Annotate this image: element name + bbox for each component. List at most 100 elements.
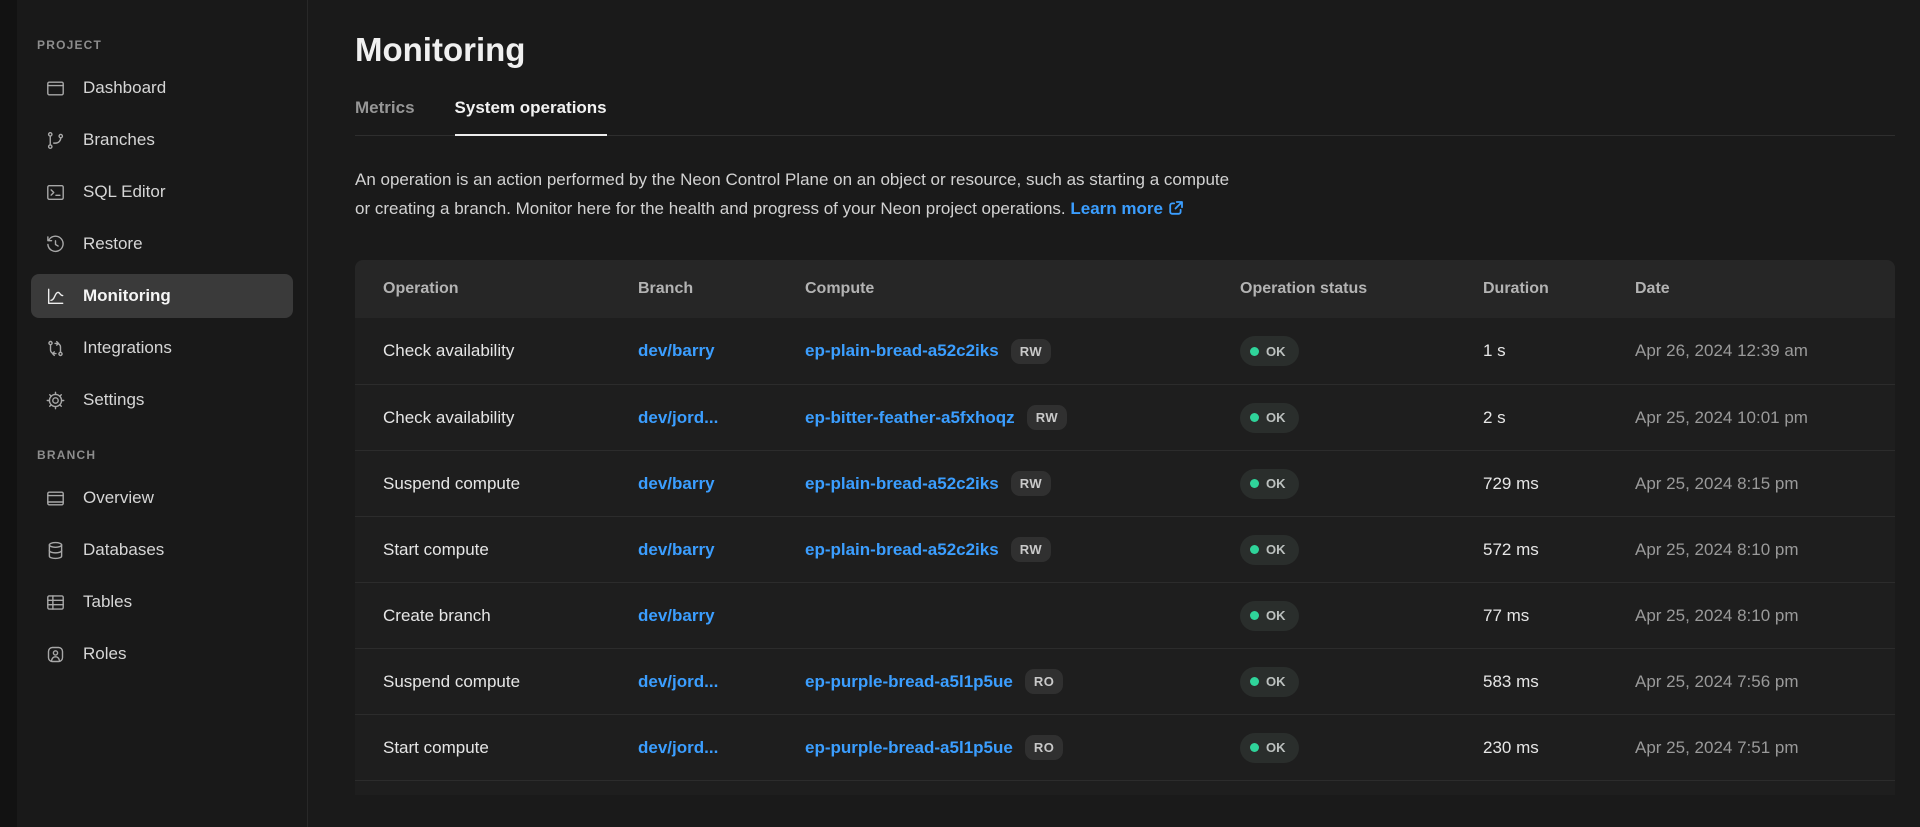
sidebar-item-integrations[interactable]: Integrations (31, 326, 293, 370)
cell-compute: ep-plain-bread-a52c2iks RW (777, 339, 1212, 364)
description-line-2: or creating a branch. Monitor here for t… (355, 199, 1066, 218)
cell-operation: Check availability (355, 408, 610, 428)
status-ok-dot-icon (1250, 743, 1259, 752)
cell-operation-status: OK (1212, 733, 1455, 763)
tables-icon (43, 590, 67, 614)
cell-date: Apr 25, 2024 8:10 pm (1607, 540, 1895, 560)
compute-mode-badge: RW (1027, 405, 1067, 430)
sidebar-section-label: PROJECT (31, 38, 293, 66)
table-row: Suspend compute dev/barry ep-plain-bread… (355, 450, 1895, 516)
cell-operation: Start compute (355, 738, 610, 758)
cell-operation-status: OK (1212, 535, 1455, 565)
sidebar-item-label: Dashboard (83, 78, 166, 98)
cell-date: Apr 25, 2024 7:56 pm (1607, 672, 1895, 692)
status-badge: OK (1240, 733, 1299, 763)
branches-icon (43, 128, 67, 152)
table-row: Start compute dev/barry ep-plain-bread-a… (355, 516, 1895, 582)
compute-mode-badge: RW (1011, 339, 1051, 364)
compute-link[interactable]: ep-bitter-feather-a5fxhoqz (805, 408, 1015, 428)
cell-duration: 230 ms (1455, 738, 1607, 758)
column-header-branch: Branch (610, 280, 777, 298)
cell-duration: 77 ms (1455, 606, 1607, 626)
compute-link[interactable]: ep-plain-bread-a52c2iks (805, 341, 999, 361)
description-line-1: An operation is an action performed by t… (355, 170, 1229, 189)
page-title: Monitoring (355, 26, 1895, 74)
branch-link[interactable]: dev/barry (638, 606, 715, 625)
status-label: OK (1266, 674, 1286, 689)
cell-operation: Suspend compute (355, 672, 610, 692)
sidebar-item-dashboard[interactable]: Dashboard (31, 66, 293, 110)
dashboard-icon (43, 76, 67, 100)
sidebar-item-monitoring[interactable]: Monitoring (31, 274, 293, 318)
status-badge: OK (1240, 336, 1299, 366)
tab-metrics[interactable]: Metrics (355, 98, 415, 135)
status-label: OK (1266, 476, 1286, 491)
sidebar-item-restore[interactable]: Restore (31, 222, 293, 266)
branch-link[interactable]: dev/barry (638, 474, 715, 493)
compute-link[interactable]: ep-purple-bread-a5l1p5ue (805, 738, 1013, 758)
branch-link[interactable]: dev/jord... (638, 408, 718, 427)
app-window: PROJECT Dashboard Branches SQL Editor Re… (0, 0, 1920, 827)
operations-table: OperationBranchComputeOperation statusDu… (355, 260, 1895, 795)
column-header-operation-status: Operation status (1212, 280, 1455, 298)
cell-compute: ep-purple-bread-a5l1p5ue RO (777, 735, 1212, 760)
cell-duration: 2 s (1455, 408, 1607, 428)
cell-branch: dev/barry (610, 606, 777, 626)
databases-icon (43, 538, 67, 562)
external-link-icon (1168, 196, 1184, 225)
sidebar-item-roles[interactable]: Roles (31, 632, 293, 676)
cell-operation: Start compute (355, 540, 610, 560)
status-ok-dot-icon (1250, 545, 1259, 554)
branch-link[interactable]: dev/barry (638, 540, 715, 559)
status-ok-dot-icon (1250, 347, 1259, 356)
learn-more-link[interactable]: Learn more (1070, 199, 1163, 218)
sidebar-item-label: Databases (83, 540, 164, 560)
cell-compute: ep-purple-bread-a5l1p5ue RO (777, 669, 1212, 694)
sidebar-item-label: Integrations (83, 338, 172, 358)
left-rail (0, 0, 17, 827)
sidebar-item-settings[interactable]: Settings (31, 378, 293, 422)
cell-compute: ep-plain-bread-a52c2iks RW (777, 471, 1212, 496)
description-text: An operation is an action performed by t… (355, 165, 1895, 225)
sidebar-section-label: BRANCH (31, 448, 293, 476)
table-row: Create branch dev/barry OK 77 ms Apr 25,… (355, 582, 1895, 648)
compute-link[interactable]: ep-purple-bread-a5l1p5ue (805, 672, 1013, 692)
branch-link[interactable]: dev/jord... (638, 672, 718, 691)
table-body: Check availability dev/barry ep-plain-br… (355, 318, 1895, 780)
compute-link[interactable]: ep-plain-bread-a52c2iks (805, 540, 999, 560)
cell-branch: dev/jord... (610, 672, 777, 692)
sidebar-item-tables[interactable]: Tables (31, 580, 293, 624)
status-badge: OK (1240, 469, 1299, 499)
cell-operation-status: OK (1212, 403, 1455, 433)
sidebar-item-overview[interactable]: Overview (31, 476, 293, 520)
cell-compute: ep-bitter-feather-a5fxhoqz RW (777, 405, 1212, 430)
cell-duration: 572 ms (1455, 540, 1607, 560)
restore-icon (43, 232, 67, 256)
cell-date: Apr 26, 2024 12:39 am (1607, 341, 1895, 361)
compute-link[interactable]: ep-plain-bread-a52c2iks (805, 474, 999, 494)
roles-icon (43, 642, 67, 666)
branch-link[interactable]: dev/jord... (638, 738, 718, 757)
status-ok-dot-icon (1250, 413, 1259, 422)
settings-icon (43, 388, 67, 412)
cell-operation-status: OK (1212, 336, 1455, 366)
branch-link[interactable]: dev/barry (638, 341, 715, 360)
tab-system-operations[interactable]: System operations (455, 98, 607, 135)
compute-mode-badge: RW (1011, 537, 1051, 562)
table-row-partial (355, 780, 1895, 795)
compute-mode-badge: RO (1025, 735, 1064, 760)
status-label: OK (1266, 344, 1286, 359)
cell-duration: 583 ms (1455, 672, 1607, 692)
monitoring-icon (43, 284, 67, 308)
compute-mode-badge: RO (1025, 669, 1064, 694)
cell-date: Apr 25, 2024 8:15 pm (1607, 474, 1895, 494)
status-badge: OK (1240, 535, 1299, 565)
sidebar-item-databases[interactable]: Databases (31, 528, 293, 572)
sidebar: PROJECT Dashboard Branches SQL Editor Re… (17, 0, 308, 827)
column-header-date: Date (1607, 280, 1895, 298)
sidebar-item-label: Monitoring (83, 286, 171, 306)
sidebar-item-branches[interactable]: Branches (31, 118, 293, 162)
sidebar-item-label: Restore (83, 234, 143, 254)
sidebar-item-sql-editor[interactable]: SQL Editor (31, 170, 293, 214)
column-header-compute: Compute (777, 280, 1212, 298)
